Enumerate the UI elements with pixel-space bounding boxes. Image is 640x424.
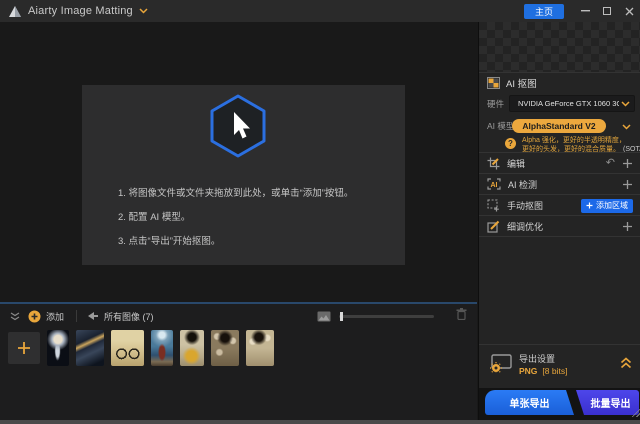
chevron-down-icon[interactable] xyxy=(622,124,631,130)
app-menu-chevron-icon[interactable] xyxy=(139,8,148,14)
thumbnail-woman-with-roses-light[interactable] xyxy=(246,330,274,366)
expand-plus-icon[interactable] xyxy=(622,179,633,190)
add-images-label: 添加 xyxy=(46,311,65,322)
section-edit[interactable]: 编辑 ↶ xyxy=(479,153,640,174)
window-controls: 主页 xyxy=(524,0,640,22)
add-images-button[interactable]: 添加 xyxy=(28,310,64,323)
library-toolbar: 添加 所有图像 (7) xyxy=(0,302,477,328)
ai-matting-section-header: AI 抠图 xyxy=(479,72,640,92)
all-images-label: 所有图像 (7) xyxy=(104,311,154,322)
thumbnail-woman-in-forest[interactable] xyxy=(151,330,173,366)
help-icon[interactable]: ? xyxy=(505,138,516,149)
sidebar: AI 抠图 硬件 NVIDIA GeForce GTX 1060 3GB AI … xyxy=(478,22,640,420)
thumbnail-woman-with-roses-dark[interactable] xyxy=(211,330,239,366)
section-manual-matting[interactable]: 手动抠图 添加区域 xyxy=(479,195,640,216)
edit-icon xyxy=(487,157,500,169)
canvas-area: 1. 将图像文件或文件夹拖放到此处，或单击“添加”按钮。 2. 配置 AI 模型… xyxy=(0,22,477,302)
hardware-row: 硬件 NVIDIA GeForce GTX 1060 3GB xyxy=(479,92,640,116)
add-circle-icon xyxy=(28,310,41,322)
section-edit-label: 编辑 xyxy=(507,158,526,169)
dropzone-instructions: 1. 将图像文件或文件夹拖放到此处，或单击“添加”按钮。 2. 配置 AI 模型… xyxy=(118,188,353,260)
expand-plus-icon[interactable] xyxy=(622,221,633,232)
instruction-step-2: 2. 配置 AI 模型。 xyxy=(118,212,191,223)
drop-hexagon-icon xyxy=(209,93,267,164)
expand-plus-icon[interactable] xyxy=(622,158,633,169)
ai-model-row: AI 模型 AlphaStandard V2 xyxy=(479,116,640,136)
hardware-select[interactable]: NVIDIA GeForce GTX 1060 3GB xyxy=(509,95,635,112)
instruction-step-1: 1. 将图像文件或文件夹拖放到此处，或单击“添加”按钮。 xyxy=(118,188,354,199)
window-bottom-edge xyxy=(0,420,640,424)
thumbnail-jellyfish[interactable] xyxy=(47,330,69,366)
ai-matting-title: AI 抠图 xyxy=(506,78,537,90)
app-window: Aiarty Image Matting 主页 1. 将图像文件或文件夹拖放到此… xyxy=(0,0,640,424)
close-button[interactable] xyxy=(618,0,640,22)
add-region-button[interactable]: 添加区域 xyxy=(581,198,633,213)
section-ai-detect-label: AI 检测 xyxy=(508,179,538,190)
export-settings-icon xyxy=(490,354,512,373)
dropzone[interactable]: 1. 将图像文件或文件夹拖放到此处，或单击“添加”按钮。 2. 配置 AI 模型… xyxy=(82,85,405,265)
thumbnail-dark-fish-artwork[interactable] xyxy=(76,330,104,366)
ai-detect-icon: AI xyxy=(487,178,501,190)
maximize-button[interactable] xyxy=(596,0,618,22)
library-panel: 添加 所有图像 (7) xyxy=(0,302,477,420)
toolbar-divider xyxy=(76,310,78,322)
chevron-down-icon xyxy=(621,100,630,107)
add-image-tile[interactable] xyxy=(8,332,40,364)
ai-model-label: AI 模型 xyxy=(487,121,515,131)
export-settings-title: 导出设置 xyxy=(519,354,556,364)
minimize-button[interactable] xyxy=(574,0,596,22)
section-ai-detect[interactable]: AI AI 检测 xyxy=(479,174,640,195)
app-logo-icon xyxy=(9,5,21,17)
section-fine-tune-label: 细调优化 xyxy=(507,221,544,232)
plus-icon xyxy=(18,342,30,354)
single-export-button[interactable]: 单张导出 xyxy=(485,390,574,415)
tool-sections: 编辑 ↶ AI AI 检测 手动抠图 添加区域 细调优化 xyxy=(479,152,640,237)
ai-matting-icon xyxy=(487,76,500,89)
export-format: PNG [8 bits] xyxy=(519,366,567,376)
fine-tune-icon xyxy=(487,220,500,233)
thumbnail-woman-with-bouquet[interactable] xyxy=(180,330,204,366)
delete-image-button[interactable] xyxy=(456,307,467,325)
instruction-step-3: 3. 点击“导出”开始抠图。 xyxy=(118,236,221,247)
filter-arrow-icon xyxy=(88,312,99,320)
home-button[interactable]: 主页 xyxy=(524,3,564,19)
thumbnail-strip xyxy=(8,330,274,366)
manual-matting-icon xyxy=(487,198,499,211)
section-fine-tune[interactable]: 细调优化 xyxy=(479,216,640,237)
export-settings[interactable]: 导出设置 PNG [8 bits] xyxy=(479,344,640,388)
thumbnail-bicycle[interactable] xyxy=(111,330,144,366)
titlebar: Aiarty Image Matting 主页 xyxy=(0,0,640,22)
ai-model-select[interactable]: AlphaStandard V2 xyxy=(512,119,606,133)
image-size-icon xyxy=(317,311,331,321)
trash-icon xyxy=(456,308,467,321)
app-title: Aiarty Image Matting xyxy=(28,5,133,17)
slider-handle[interactable] xyxy=(340,311,343,321)
plus-icon xyxy=(586,202,593,209)
export-bit-depth: [8 bits] xyxy=(542,366,568,376)
collapse-panel-icon[interactable] xyxy=(10,311,20,321)
all-images-filter[interactable]: 所有图像 (7) xyxy=(87,310,154,323)
collapse-up-icon[interactable] xyxy=(620,357,632,369)
export-format-value: PNG xyxy=(519,366,538,376)
svg-text:AI: AI xyxy=(491,182,498,189)
undo-icon[interactable]: ↶ xyxy=(606,158,615,169)
thumbnail-size-slider[interactable] xyxy=(339,311,434,321)
section-manual-matting-label: 手动抠图 xyxy=(507,200,544,211)
hardware-value: NVIDIA GeForce GTX 1060 3GB xyxy=(518,99,619,108)
export-buttons-bar: 单张导出 批量导出 xyxy=(479,388,640,420)
hardware-label: 硬件 xyxy=(487,99,505,109)
batch-export-button[interactable]: 批量导出 xyxy=(576,390,639,415)
thumbnail-size-control xyxy=(317,311,434,322)
preview-transparency-area xyxy=(479,22,640,72)
model-hint-line-1: Alpha 强化，更好的半透明精度， xyxy=(522,137,626,144)
